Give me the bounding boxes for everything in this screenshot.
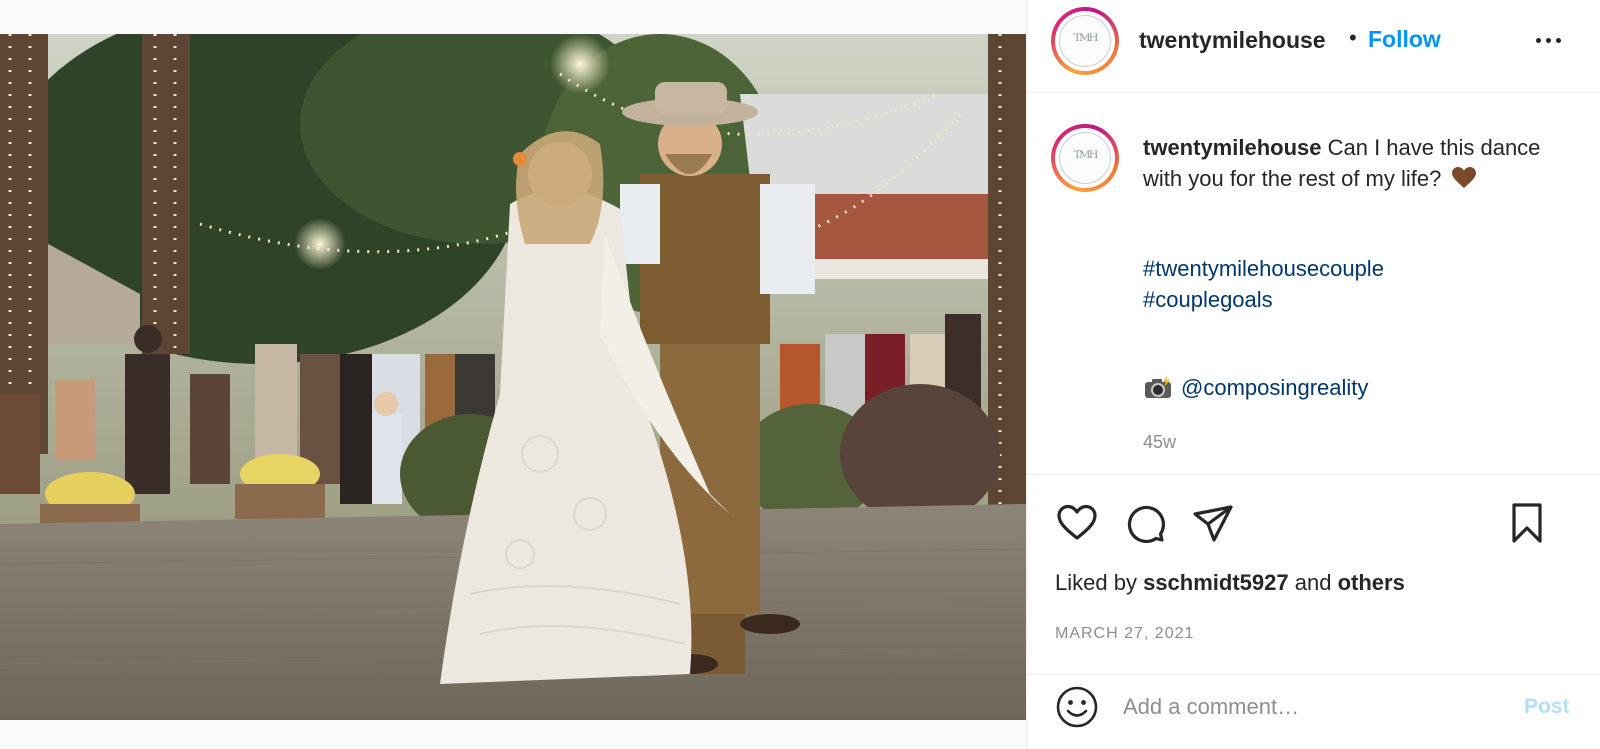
wedding-dance-photo [0,34,1026,720]
follow-button[interactable]: Follow [1368,26,1441,53]
avatar-monogram: ᵀᴹᴴ [1059,15,1111,67]
post-date[interactable]: MARCH 27, 2021 [1055,625,1194,643]
more-options-icon[interactable] [1528,30,1568,50]
photo-credit: @composingreality [1143,375,1368,401]
hashtag-list: #twentymilehousecouple #couplegoals [1143,254,1384,315]
caption-avatar[interactable]: ᵀᴹᴴ [1051,124,1119,192]
comment-bar: Post [1027,674,1600,749]
caption-block: ᵀᴹᴴ twentymilehouse Can I have this danc… [1027,93,1600,475]
post-header: ᵀᴹᴴ twentymilehouse • Follow [1027,0,1600,93]
caption-text: twentymilehouse Can I have this dance wi… [1143,133,1563,194]
separator-dot: • [1349,25,1357,50]
likes-summary: Liked by sschmidt5927 and others [1055,570,1405,596]
caption-username[interactable]: twentymilehouse [1143,135,1321,160]
heart-icon[interactable] [1054,500,1100,546]
bookmark-icon[interactable] [1504,500,1550,546]
likes-conj: and [1294,570,1332,595]
comment-input[interactable] [1123,689,1503,725]
credit-handle-link[interactable]: @composingreality [1181,375,1368,401]
paper-plane-icon[interactable] [1190,500,1236,546]
likes-prefix: Liked by [1055,570,1137,595]
header-username[interactable]: twentymilehouse [1139,27,1326,54]
hashtag-link[interactable]: #couplegoals [1143,285,1384,316]
post-side-panel: ᵀᴹᴴ twentymilehouse • Follow ᵀᴹᴴ twentym… [1027,0,1600,749]
caption-time-ago[interactable]: 45w [1143,432,1176,453]
liker-username-link[interactable]: sschmidt5927 [1143,570,1289,595]
camera-with-flash-icon [1145,376,1171,398]
smiley-face-icon[interactable] [1055,685,1099,729]
comment-bubble-icon[interactable] [1122,500,1168,546]
post-photo[interactable] [0,34,1026,720]
photo-pane [0,0,1026,749]
likes-others-link[interactable]: others [1338,570,1405,595]
hashtag-link[interactable]: #twentymilehousecouple [1143,254,1384,285]
brown-heart-icon [1452,166,1477,188]
avatar-monogram: ᵀᴹᴴ [1059,132,1111,184]
post-comment-button[interactable]: Post [1524,695,1570,719]
profile-avatar[interactable]: ᵀᴹᴴ [1051,7,1119,75]
post-actions [1027,476,1600,566]
